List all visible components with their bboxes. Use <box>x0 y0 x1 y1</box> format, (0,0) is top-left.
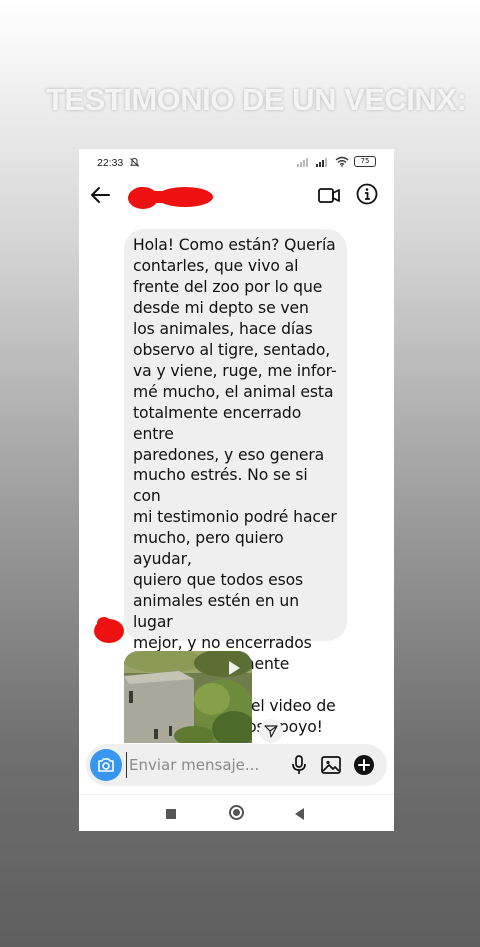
phone-screenshot: 22:33 75 Hola! Como están? Quería contar… <box>79 149 394 831</box>
message-composer <box>86 744 387 786</box>
signal-icon <box>297 157 308 167</box>
info-icon <box>356 183 378 205</box>
system-back-button[interactable] <box>295 808 304 820</box>
video-call-button[interactable] <box>317 183 341 207</box>
battery-indicator: 75 <box>354 156 376 167</box>
recents-button[interactable] <box>166 809 176 819</box>
camera-button[interactable] <box>90 749 122 781</box>
system-nav-bar <box>79 794 394 831</box>
gallery-button[interactable] <box>319 753 343 777</box>
image-icon <box>321 756 341 774</box>
wifi-icon <box>335 156 349 167</box>
plus-circle-icon <box>354 755 374 775</box>
add-button[interactable] <box>352 753 376 777</box>
redacted-contact-name[interactable] <box>127 183 217 211</box>
send-icon <box>264 725 278 738</box>
message-bubble[interactable]: Hola! Como están? Quería contarles, que … <box>124 229 347 736</box>
message-input[interactable] <box>126 752 279 778</box>
video-thumbnail <box>124 651 252 743</box>
chat-header <box>79 175 394 215</box>
arrow-left-icon <box>91 187 110 203</box>
signal-icon <box>316 157 327 167</box>
story-title: TESTIMONIO DE UN VECINX: <box>46 82 467 117</box>
status-bar: 22:33 75 <box>79 149 394 175</box>
status-time: 22:33 <box>97 157 124 169</box>
redacted-avatar[interactable] <box>92 615 126 645</box>
share-button[interactable] <box>259 719 283 743</box>
info-button[interactable] <box>355 182 379 206</box>
back-button[interactable] <box>89 183 113 207</box>
microphone-button[interactable] <box>287 753 311 777</box>
camera-icon <box>98 758 114 772</box>
video-call-icon <box>318 188 340 203</box>
microphone-icon <box>292 755 306 774</box>
bell-off-icon <box>130 157 139 167</box>
video-attachment[interactable] <box>124 651 252 743</box>
home-button[interactable] <box>229 805 244 820</box>
